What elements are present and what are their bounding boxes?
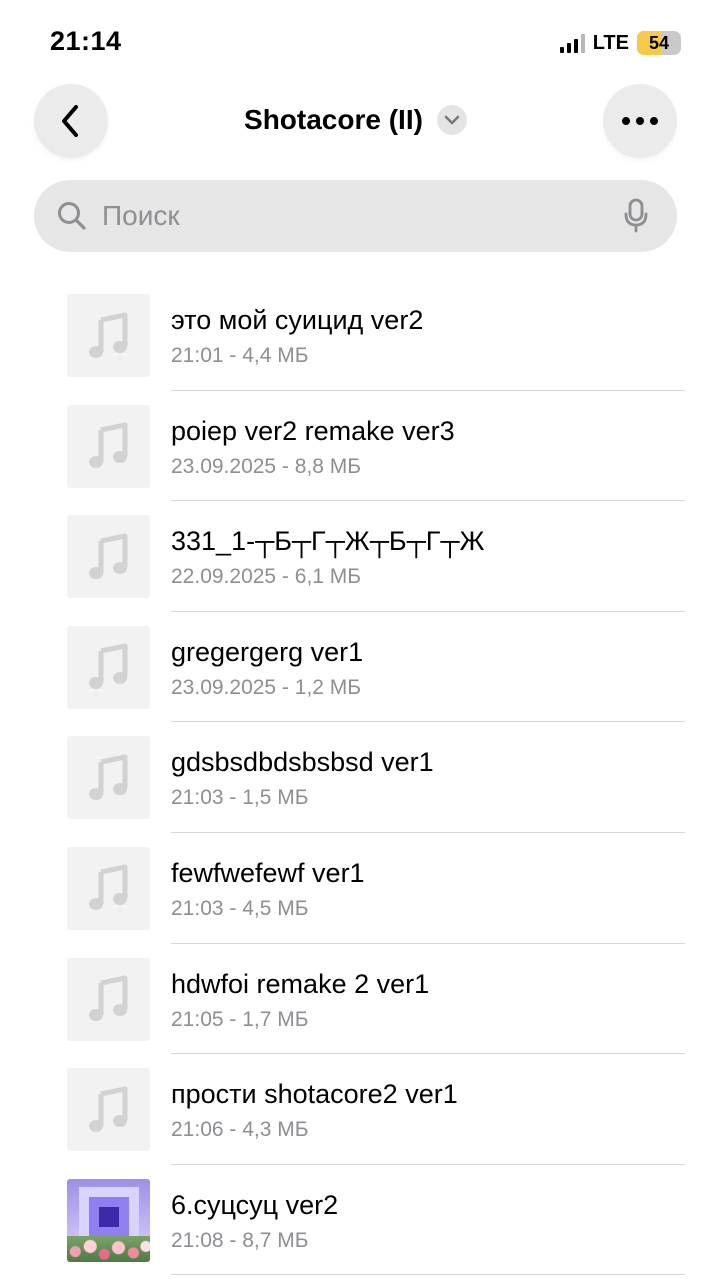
file-row[interactable]: fewfwefewf ver1 21:03 - 4,5 МБ xyxy=(0,833,711,944)
chevron-down-icon xyxy=(436,105,467,135)
file-row[interactable]: poiep ver2 remake ver3 23.09.2025 - 8,8 … xyxy=(0,391,711,502)
file-meta: 22.09.2025 - 6,1 МБ xyxy=(171,565,362,589)
page-title: Shotacore (II) xyxy=(244,104,423,135)
file-name: gdsbsdbdsbsbsd ver1 xyxy=(171,747,434,778)
music-note-icon xyxy=(67,625,150,709)
file-row[interactable]: прости shotacore2 ver1 21:06 - 4,3 МБ xyxy=(0,1054,711,1165)
file-name: 6.суцсуц ver2 xyxy=(171,1189,339,1220)
file-meta: 23.09.2025 - 1,2 МБ xyxy=(171,675,362,699)
search-input[interactable] xyxy=(102,180,582,252)
music-note-icon xyxy=(67,294,150,377)
file-name: fewfwefewf ver1 xyxy=(171,857,365,888)
status-bar: 21:14 LTE 54 xyxy=(0,0,711,88)
file-meta: 23.09.2025 - 8,8 МБ xyxy=(171,454,362,478)
music-note-icon xyxy=(67,846,150,930)
music-note-icon xyxy=(67,515,150,599)
file-name: прости shotacore2 ver1 xyxy=(171,1079,458,1110)
battery-icon: 54 xyxy=(637,31,681,55)
file-meta: 21:03 - 4,5 МБ xyxy=(171,896,309,920)
file-meta: 21:05 - 1,7 МБ xyxy=(171,1007,309,1031)
file-meta: 21:06 - 4,3 МБ xyxy=(171,1118,309,1142)
search-icon xyxy=(58,202,86,230)
search-bar[interactable] xyxy=(34,180,677,252)
file-name: poiep ver2 remake ver3 xyxy=(171,415,455,446)
file-row[interactable]: gdsbsdbdsbsbsd ver1 21:03 - 1,5 МБ xyxy=(0,722,711,833)
battery-level: 54 xyxy=(648,32,670,53)
album-art xyxy=(67,1178,150,1262)
status-time: 21:14 xyxy=(50,26,122,56)
file-name: 331_1-┬Б┬Г┬Ж┬Б┬Г┬Ж xyxy=(171,526,485,557)
file-name: hdwfoi remake 2 ver1 xyxy=(171,968,430,999)
more-button[interactable] xyxy=(603,84,677,158)
file-row[interactable]: hdwfoi remake 2 ver1 21:05 - 1,7 МБ xyxy=(0,944,711,1055)
file-list: это мой суицид ver2 21:01 - 4,4 МБ poiep… xyxy=(0,280,711,1276)
microphone-icon[interactable] xyxy=(623,198,649,234)
file-meta: 21:03 - 1,5 МБ xyxy=(171,786,309,810)
music-note-icon xyxy=(67,1068,150,1152)
file-row[interactable]: gregergerg ver1 23.09.2025 - 1,2 МБ xyxy=(0,612,711,723)
music-note-icon xyxy=(67,736,150,820)
file-row[interactable]: 331_1-┬Б┬Г┬Ж┬Б┬Г┬Ж 22.09.2025 - 6,1 МБ xyxy=(0,501,711,612)
file-meta: 21:08 - 8,7 МБ xyxy=(171,1228,309,1252)
divider xyxy=(171,1274,685,1276)
file-row[interactable]: 6.суцсуц ver2 21:08 - 8,7 МБ xyxy=(0,1165,711,1276)
network-type: LTE xyxy=(592,31,629,54)
file-name: это мой суицид ver2 xyxy=(171,305,424,335)
status-indicators: LTE 54 xyxy=(559,31,681,55)
ellipsis-icon xyxy=(622,117,658,125)
music-note-icon xyxy=(67,404,150,488)
file-name: gregergerg ver1 xyxy=(171,636,364,667)
signal-icon xyxy=(559,33,585,53)
file-row[interactable]: это мой суицид ver2 21:01 - 4,4 МБ xyxy=(0,280,711,391)
navigation-header: Shotacore (II) xyxy=(0,84,711,164)
file-meta: 21:01 - 4,4 МБ xyxy=(171,344,309,367)
music-note-icon xyxy=(67,957,150,1041)
